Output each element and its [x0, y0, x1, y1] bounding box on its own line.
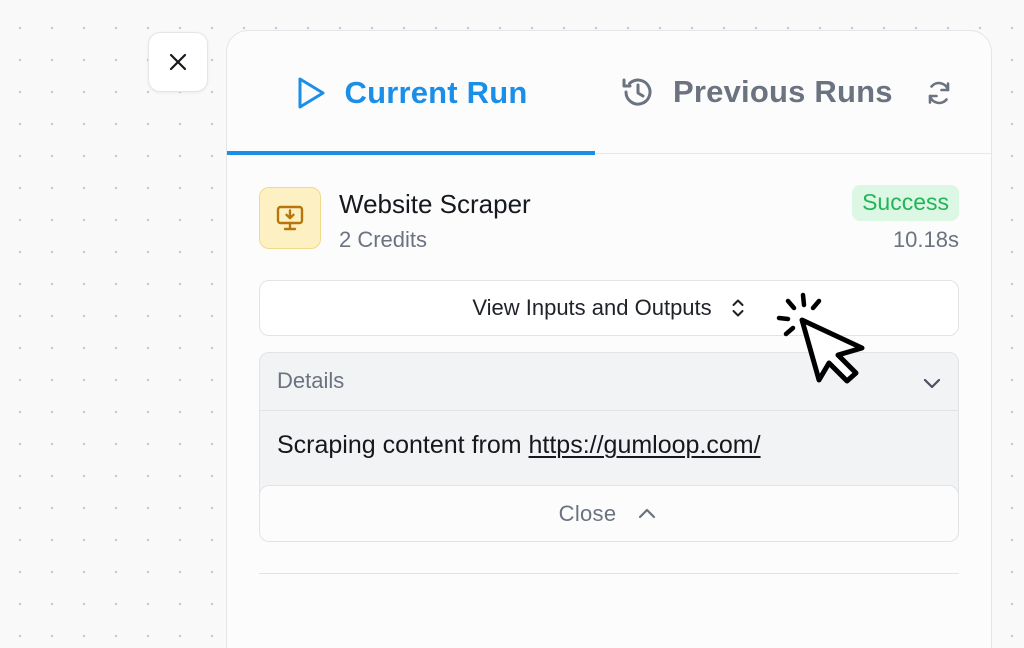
history-icon: [622, 78, 652, 106]
view-inputs-outputs-button[interactable]: View Inputs and Outputs: [259, 280, 959, 336]
details-text: Scraping content from https://gumloop.co…: [277, 431, 761, 460]
tab-previous-runs-label: Previous Runs: [673, 74, 893, 109]
details-text-prefix: Scraping content from: [277, 431, 529, 459]
refresh-button[interactable]: [921, 75, 957, 111]
details-accordion: Details Scraping content from https://gu…: [259, 352, 959, 542]
details-header[interactable]: Details: [260, 353, 958, 411]
node-summary: Website Scraper 2 Credits Success 10.18s: [259, 185, 959, 253]
tab-current-run[interactable]: Current Run: [227, 31, 595, 155]
close-icon: [169, 53, 187, 71]
run-panel: Current Run Previous Runs Website Scrape…: [226, 30, 992, 648]
chevron-down-icon: [923, 378, 941, 389]
view-inputs-outputs-label: View Inputs and Outputs: [472, 295, 712, 320]
close-panel-button[interactable]: [148, 32, 208, 92]
close-details-label: Close: [558, 500, 617, 526]
chevron-up-down-icon: [730, 296, 746, 320]
refresh-icon: [928, 81, 950, 105]
close-details-button[interactable]: Close: [260, 485, 958, 541]
tab-previous-runs[interactable]: Previous Runs: [619, 31, 909, 153]
monitor-download-icon: [276, 205, 304, 231]
node-credits: 2 Credits: [339, 227, 428, 252]
node-icon-tile: [259, 187, 321, 249]
details-link[interactable]: https://gumloop.com/: [529, 431, 761, 459]
details-label: Details: [277, 368, 345, 393]
run-duration: 10.18s: [892, 227, 959, 252]
tab-bar: Current Run Previous Runs: [227, 31, 991, 155]
section-divider: [259, 573, 959, 574]
status-badge: Success: [852, 185, 959, 221]
tab-current-run-label: Current Run: [344, 75, 528, 110]
node-title: Website Scraper: [339, 189, 531, 219]
chevron-up-icon: [636, 503, 658, 525]
play-icon: [298, 77, 325, 109]
